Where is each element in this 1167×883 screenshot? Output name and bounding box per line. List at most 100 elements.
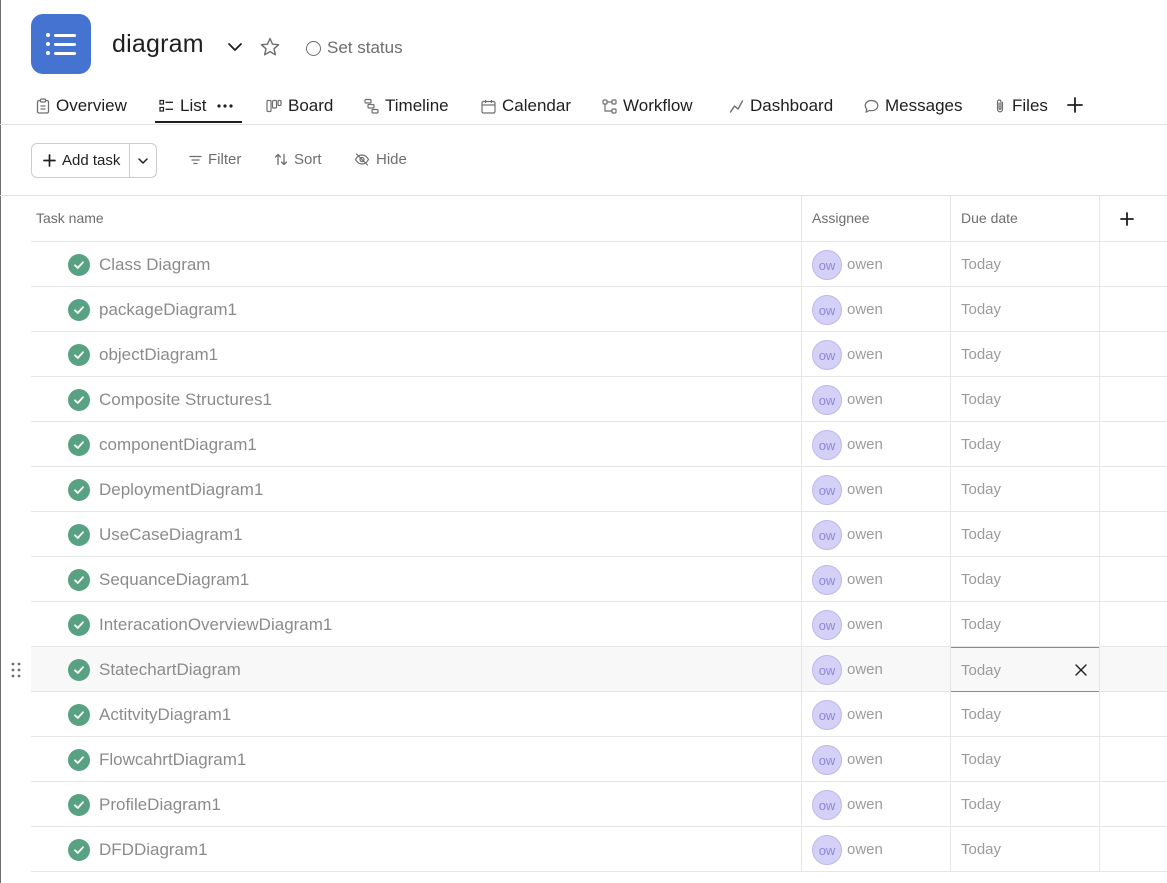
add-task-dropdown[interactable] bbox=[130, 144, 156, 177]
task-name[interactable]: Class Diagram bbox=[99, 255, 210, 275]
avatar[interactable]: ow bbox=[812, 250, 842, 280]
assignee-name[interactable]: owen bbox=[847, 526, 883, 543]
assignee-name[interactable]: owen bbox=[847, 796, 883, 813]
task-row[interactable]: DeploymentDiagram1 ow owen Today bbox=[31, 467, 1167, 512]
drag-handle-icon[interactable] bbox=[10, 661, 22, 679]
column-header-assignee[interactable]: Assignee bbox=[812, 210, 870, 226]
due-date[interactable]: Today bbox=[961, 616, 1001, 633]
complete-check-icon[interactable] bbox=[68, 839, 90, 861]
complete-check-icon[interactable] bbox=[68, 299, 90, 321]
task-name[interactable]: packageDiagram1 bbox=[99, 300, 237, 320]
column-header-task-name[interactable]: Task name bbox=[36, 210, 104, 226]
due-date[interactable]: Today bbox=[961, 706, 1001, 723]
avatar[interactable]: ow bbox=[812, 700, 842, 730]
assignee-name[interactable]: owen bbox=[847, 391, 883, 408]
avatar[interactable]: ow bbox=[812, 475, 842, 505]
assignee-name[interactable]: owen bbox=[847, 661, 883, 678]
task-name[interactable]: DeploymentDiagram1 bbox=[99, 480, 263, 500]
due-date[interactable]: Today bbox=[961, 391, 1001, 408]
filter-button[interactable]: Filter bbox=[189, 151, 241, 168]
avatar[interactable]: ow bbox=[812, 430, 842, 460]
assignee-name[interactable]: owen bbox=[847, 616, 883, 633]
task-name[interactable]: FlowcahrtDiagram1 bbox=[99, 750, 246, 770]
assignee-name[interactable]: owen bbox=[847, 751, 883, 768]
tab-files[interactable]: Files bbox=[994, 96, 1048, 116]
tab-list[interactable]: List bbox=[159, 96, 234, 116]
due-date[interactable]: Today bbox=[961, 346, 1001, 363]
chevron-down-icon[interactable] bbox=[226, 38, 244, 56]
task-name[interactable]: objectDiagram1 bbox=[99, 345, 218, 365]
task-row[interactable]: ActitvityDiagram1 ow owen Today bbox=[31, 692, 1167, 737]
task-name[interactable]: ActitvityDiagram1 bbox=[99, 705, 231, 725]
avatar[interactable]: ow bbox=[812, 565, 842, 595]
set-status-button[interactable]: Set status bbox=[306, 37, 403, 59]
task-name[interactable]: DFDDiagram1 bbox=[99, 840, 208, 860]
task-row[interactable]: Class Diagram ow owen Today bbox=[31, 242, 1167, 287]
tab-workflow[interactable]: Workflow bbox=[602, 96, 693, 116]
task-row[interactable]: SequanceDiagram1 ow owen Today bbox=[31, 557, 1167, 602]
task-row[interactable]: ProfileDiagram1 ow owen Today bbox=[31, 782, 1167, 827]
complete-check-icon[interactable] bbox=[68, 254, 90, 276]
avatar[interactable]: ow bbox=[812, 385, 842, 415]
tab-calendar[interactable]: Calendar bbox=[481, 96, 571, 116]
task-row[interactable]: Composite Structures1 ow owen Today bbox=[31, 377, 1167, 422]
due-date[interactable]: Today bbox=[961, 301, 1001, 318]
add-tab-icon[interactable] bbox=[1066, 96, 1084, 114]
tab-timeline[interactable]: Timeline bbox=[364, 96, 449, 116]
task-row[interactable]: StatechartDiagram ow owen Today bbox=[31, 647, 1167, 692]
complete-check-icon[interactable] bbox=[68, 524, 90, 546]
assignee-name[interactable]: owen bbox=[847, 481, 883, 498]
complete-check-icon[interactable] bbox=[68, 569, 90, 591]
project-title[interactable]: diagram bbox=[112, 30, 204, 59]
sort-button[interactable]: Sort bbox=[274, 151, 322, 168]
tab-dashboard[interactable]: Dashboard bbox=[729, 96, 833, 116]
tab-messages[interactable]: Messages bbox=[864, 96, 962, 116]
assignee-name[interactable]: owen bbox=[847, 571, 883, 588]
task-row[interactable]: packageDiagram1 ow owen Today bbox=[31, 287, 1167, 332]
complete-check-icon[interactable] bbox=[68, 434, 90, 456]
complete-check-icon[interactable] bbox=[68, 344, 90, 366]
complete-check-icon[interactable] bbox=[68, 704, 90, 726]
task-name[interactable]: SequanceDiagram1 bbox=[99, 570, 249, 590]
due-date[interactable]: Today bbox=[961, 841, 1001, 858]
task-name[interactable]: UseCaseDiagram1 bbox=[99, 525, 243, 545]
star-icon[interactable] bbox=[259, 36, 281, 58]
complete-check-icon[interactable] bbox=[68, 749, 90, 771]
project-list-icon[interactable] bbox=[31, 14, 91, 74]
assignee-name[interactable]: owen bbox=[847, 256, 883, 273]
hide-button[interactable]: Hide bbox=[354, 151, 407, 168]
avatar[interactable]: ow bbox=[812, 745, 842, 775]
avatar[interactable]: ow bbox=[812, 610, 842, 640]
due-date[interactable]: Today bbox=[961, 256, 1001, 273]
more-options-icon[interactable] bbox=[216, 103, 234, 109]
avatar[interactable]: ow bbox=[812, 835, 842, 865]
avatar[interactable]: ow bbox=[812, 340, 842, 370]
complete-check-icon[interactable] bbox=[68, 479, 90, 501]
due-date[interactable]: Today bbox=[961, 796, 1001, 813]
assignee-name[interactable]: owen bbox=[847, 841, 883, 858]
task-name[interactable]: InteracationOverviewDiagram1 bbox=[99, 615, 332, 635]
due-date-field[interactable]: Today bbox=[950, 647, 1100, 692]
tab-overview[interactable]: Overview bbox=[36, 96, 127, 116]
avatar[interactable]: ow bbox=[812, 295, 842, 325]
add-task-button[interactable]: Add task bbox=[32, 144, 130, 177]
clear-date-icon[interactable] bbox=[1074, 663, 1088, 677]
complete-check-icon[interactable] bbox=[68, 614, 90, 636]
complete-check-icon[interactable] bbox=[68, 659, 90, 681]
task-row[interactable]: UseCaseDiagram1 ow owen Today bbox=[31, 512, 1167, 557]
task-name[interactable]: componentDiagram1 bbox=[99, 435, 257, 455]
complete-check-icon[interactable] bbox=[68, 794, 90, 816]
avatar[interactable]: ow bbox=[812, 655, 842, 685]
column-header-due-date[interactable]: Due date bbox=[961, 210, 1018, 226]
due-date[interactable]: Today bbox=[961, 571, 1001, 588]
task-row[interactable]: componentDiagram1 ow owen Today bbox=[31, 422, 1167, 467]
task-name[interactable]: StatechartDiagram bbox=[99, 660, 241, 680]
task-row[interactable]: objectDiagram1 ow owen Today bbox=[31, 332, 1167, 377]
assignee-name[interactable]: owen bbox=[847, 346, 883, 363]
task-name[interactable]: Composite Structures1 bbox=[99, 390, 272, 410]
assignee-name[interactable]: owen bbox=[847, 436, 883, 453]
task-row[interactable]: FlowcahrtDiagram1 ow owen Today bbox=[31, 737, 1167, 782]
complete-check-icon[interactable] bbox=[68, 389, 90, 411]
avatar[interactable]: ow bbox=[812, 520, 842, 550]
due-date[interactable]: Today bbox=[961, 751, 1001, 768]
